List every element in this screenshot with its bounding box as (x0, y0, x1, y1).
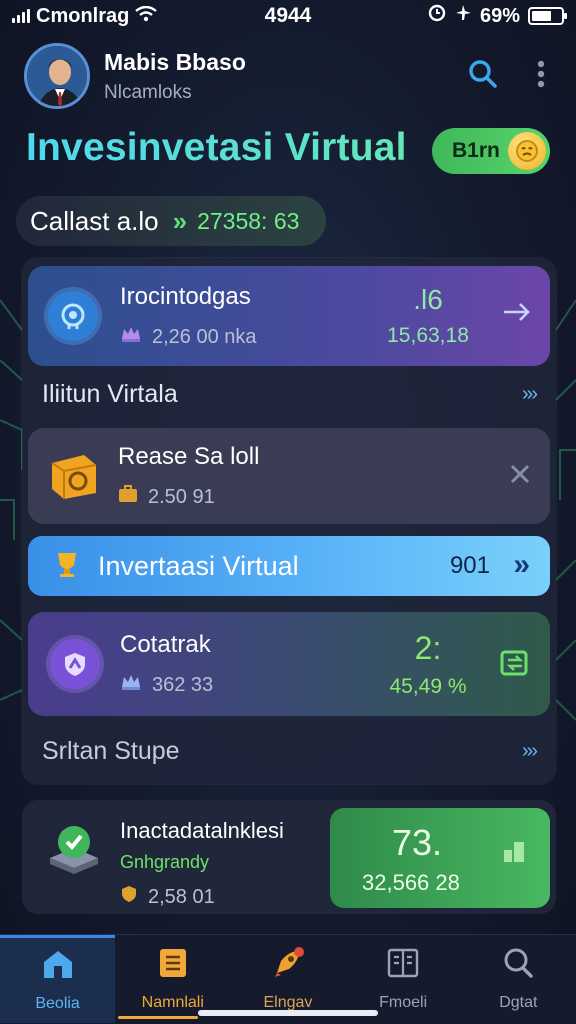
section-row-stupe[interactable]: Srltan Stupe ››› (42, 737, 538, 766)
search-icon[interactable] (468, 59, 498, 94)
card-value: 45,49 % (389, 675, 467, 698)
card-change: 2: (414, 630, 442, 666)
card-title: Rease Sa loll (118, 443, 260, 470)
section-label: Iliitun Virtala (42, 380, 178, 408)
nav-label: Namnlali (141, 993, 204, 1011)
check-badge-icon (44, 820, 104, 880)
nav-item-home[interactable]: Beolia (0, 935, 116, 1023)
card-title: Irocintodgas (120, 283, 251, 310)
search-icon (502, 947, 534, 984)
crown-icon (120, 673, 142, 697)
home-icon (41, 948, 75, 985)
summary-title: Inactadatalnklesi (120, 818, 284, 843)
status-time: 4944 (264, 4, 312, 27)
card-title: Cotatrak (120, 631, 211, 658)
briefcase-icon (118, 485, 138, 509)
nav-label: Dgtat (499, 993, 538, 1011)
summary-value: 32,566 28 (362, 870, 460, 895)
chart-icon (502, 838, 528, 869)
target-icon (48, 291, 98, 341)
nav-item-search[interactable]: Dgtat (461, 935, 576, 1023)
card-value: 15,63,18 (387, 324, 469, 347)
user-name: Mabis Bbaso (104, 48, 246, 75)
section-label: Srltan Stupe (42, 737, 180, 765)
home-indicator (198, 1010, 378, 1016)
card-subtitle: 362 33 (152, 673, 214, 696)
rocket-icon (271, 946, 305, 984)
nav-label: Elngav (263, 993, 313, 1011)
balance-value: 27358: 63 (197, 207, 300, 234)
arrow-right-icon[interactable] (502, 300, 532, 329)
investment-card-1[interactable]: Irocintodgas 2,26 00 nka .l6 15,63,18 (28, 266, 550, 366)
book-icon (386, 947, 420, 984)
shield-icon (50, 639, 100, 689)
triple-chevron-icon: ››› (522, 740, 538, 762)
header: Mabis Bbaso Nlcamloks (24, 42, 552, 110)
crown-icon (120, 325, 142, 349)
summary-value-panel[interactable]: 73. 32,566 28 (330, 808, 550, 908)
nav-label: Fmoeli (379, 993, 428, 1011)
trophy-icon (52, 549, 82, 584)
battery-icon (528, 7, 567, 25)
card-change: .l6 (413, 284, 443, 315)
double-chevron-icon: » (172, 205, 188, 236)
banner-label: Invertaasi Virtual (98, 550, 299, 581)
balance-label: Callast a.lo (30, 205, 159, 236)
exchange-icon[interactable] (498, 646, 532, 685)
banner-value: 901 (449, 552, 490, 579)
nav-label: Beolia (35, 995, 80, 1012)
coin-pill[interactable]: B1rn (432, 128, 550, 174)
document-icon (158, 947, 188, 984)
shield-small-icon (120, 885, 138, 909)
card-subtitle: 2.50 91 (148, 485, 215, 508)
card-subtitle: 2,26 00 nka (152, 325, 257, 348)
summary-value-big: 73. (392, 822, 443, 863)
virtual-investment-banner[interactable]: Invertaasi Virtual 901 » (28, 536, 550, 596)
coin-pill-label: B1rn (452, 139, 500, 162)
nav-underline (118, 1016, 198, 1019)
summary-subtitle-green: Gnhgrandy (120, 852, 210, 872)
gold-box-icon (46, 449, 100, 503)
balance-pill[interactable]: Callast a.lo » 27358: 63 (16, 196, 326, 246)
coin-icon (508, 132, 546, 170)
double-chevron-icon[interactable]: » (513, 548, 530, 582)
more-vertical-icon[interactable] (536, 59, 546, 94)
investment-card-3[interactable]: Cotatrak 362 33 2: 45,49 % (28, 612, 550, 716)
status-bar: Cmonlrag 4944 69% (0, 0, 576, 32)
section-row-virtual[interactable]: Iliitun Virtala ››› (42, 380, 538, 409)
investment-card-2[interactable]: Rease Sa loll 2.50 91 (28, 428, 550, 524)
triple-chevron-icon: ››› (522, 383, 538, 405)
avatar[interactable] (24, 43, 90, 109)
user-subtitle: Nlcamloks (104, 81, 192, 103)
summary-subtitle: 2,58 01 (148, 885, 215, 908)
close-icon[interactable] (508, 462, 532, 491)
page-title: Invesinvetasi Virtual (26, 126, 407, 169)
